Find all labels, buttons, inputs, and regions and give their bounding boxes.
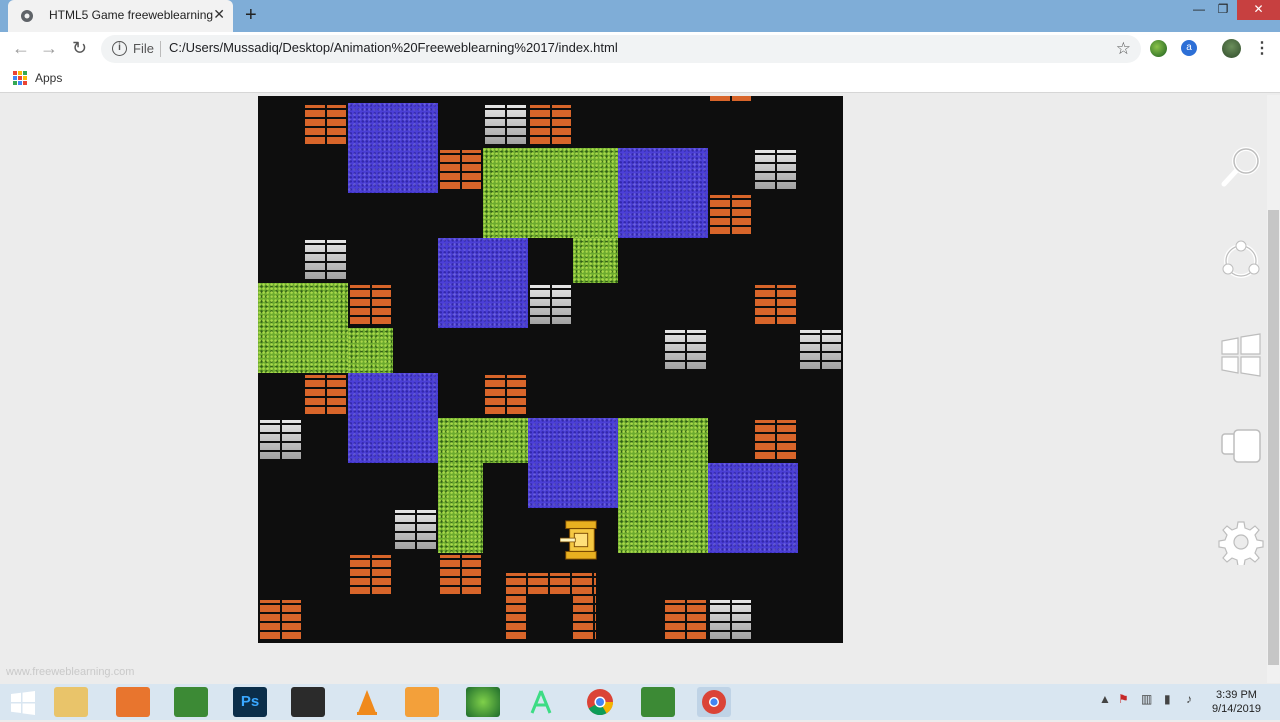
base-wall-tile <box>573 595 596 641</box>
grass-tile <box>438 462 483 553</box>
clock-time: 3:39 PM <box>1215 689 1257 701</box>
grass-tile <box>573 237 618 283</box>
extension-badge-icon[interactable]: a <box>1181 40 1197 56</box>
game-canvas[interactable] <box>258 96 843 643</box>
base-wall-tile <box>505 595 528 641</box>
maximize-button[interactable]: ❐ <box>1210 0 1236 20</box>
page-content: www.freeweblearning.com <box>0 94 1280 684</box>
steel-tile <box>800 329 841 371</box>
idm-icon[interactable] <box>466 687 500 717</box>
water-tile <box>438 237 528 328</box>
water-tile <box>618 147 708 238</box>
grass-tile <box>258 282 348 373</box>
bookmark-star-icon[interactable]: ☆ <box>1116 39 1131 59</box>
globe-icon <box>21 10 33 22</box>
app-orange-icon[interactable] <box>116 687 150 717</box>
clock-date: 9/14/2019 <box>1212 703 1261 715</box>
brick-tile <box>350 554 391 596</box>
brick-tile <box>350 284 391 326</box>
brick-tile <box>755 419 796 461</box>
grass-tile <box>618 417 708 553</box>
file-explorer-icon[interactable] <box>54 687 88 717</box>
url-text[interactable]: C:/Users/Mussadiq/Desktop/Animation%20Fr… <box>169 40 618 55</box>
title-bar: HTML5 Game freeweblearning ✕ + — ❐ ✕ <box>0 0 1280 32</box>
chrome-active-icon[interactable] <box>697 687 731 717</box>
steel-tile <box>665 329 706 371</box>
steel-tile <box>305 239 346 281</box>
steel-tile <box>485 104 526 146</box>
water-tile <box>348 102 438 193</box>
windows-taskbar: Ps ▲ ⚑ ▥ ▮ ♪ 3:39 PM 9/14/2019 <box>0 684 1280 720</box>
grass-tile <box>438 417 528 463</box>
android-studio-icon[interactable] <box>524 687 558 717</box>
file-chip: File <box>133 41 154 56</box>
steel-tile <box>530 284 571 326</box>
info-icon[interactable]: i <box>112 41 127 56</box>
grass-tile <box>483 147 618 238</box>
menu-icon[interactable]: ⋮ <box>1254 38 1270 58</box>
steel-tile <box>755 149 796 191</box>
gear-icon[interactable] <box>1218 519 1264 565</box>
taskbar-clock[interactable]: 3:39 PM 9/14/2019 <box>1212 688 1261 716</box>
brick-tile <box>710 194 751 236</box>
divider <box>160 41 161 57</box>
water-tile <box>348 372 438 463</box>
share-icon[interactable] <box>1218 238 1264 284</box>
base-wall-tile <box>505 573 596 596</box>
watermark-text: www.freeweblearning.com <box>6 666 135 678</box>
extension-globe-icon[interactable] <box>1150 40 1167 57</box>
steel-tile <box>710 599 751 641</box>
scrollbar-thumb[interactable] <box>1268 210 1279 665</box>
devices-icon[interactable] <box>1218 424 1264 470</box>
camtasia-icon[interactable] <box>174 687 208 717</box>
new-tab-button[interactable]: + <box>245 4 257 27</box>
photoshop-icon[interactable]: Ps <box>233 687 267 717</box>
windows-start-icon[interactable] <box>1218 332 1264 378</box>
browser-toolbar: ← → ↻ i File C:/Users/Mussadiq/Desktop/A… <box>0 32 1280 65</box>
brick-tile <box>530 104 571 146</box>
apps-bookmark[interactable]: Apps <box>35 71 62 85</box>
camtasia-recorder-icon[interactable] <box>641 687 675 717</box>
brick-tile <box>260 599 301 641</box>
profile-avatar[interactable] <box>1222 39 1241 58</box>
address-bar[interactable]: i File C:/Users/Mussadiq/Desktop/Animati… <box>101 35 1141 63</box>
brick-tile <box>440 554 481 596</box>
player-tank-icon[interactable] <box>559 519 602 561</box>
tab-title: HTML5 Game freeweblearning <box>49 8 214 22</box>
water-tile <box>528 417 618 508</box>
chrome-icon[interactable] <box>583 687 617 717</box>
back-button[interactable]: ← <box>12 38 30 59</box>
tray-signal-icon[interactable]: ▮ <box>1164 692 1171 706</box>
nox-icon[interactable] <box>291 687 325 717</box>
browser-tab[interactable]: HTML5 Game freeweblearning ✕ <box>8 0 233 32</box>
brick-tile <box>755 284 796 326</box>
window-close-button[interactable]: ✕ <box>1237 0 1280 20</box>
search-icon[interactable] <box>1218 144 1264 190</box>
bookmarks-bar: Apps <box>0 65 1280 93</box>
media-player-icon[interactable] <box>405 687 439 717</box>
minimize-button[interactable]: — <box>1186 0 1212 20</box>
brick-tile <box>665 599 706 641</box>
brick-tile <box>710 96 751 103</box>
apps-grid-icon[interactable] <box>13 71 27 85</box>
vlc-icon[interactable] <box>350 687 384 717</box>
grass-tile <box>348 327 393 373</box>
tab-close-icon[interactable]: ✕ <box>213 6 225 23</box>
forward-button[interactable]: → <box>40 38 58 59</box>
water-tile <box>708 462 798 553</box>
brick-tile <box>485 374 526 416</box>
steel-tile <box>260 419 301 461</box>
steel-tile <box>395 509 436 551</box>
brick-tile <box>305 104 346 146</box>
reload-button[interactable]: ↻ <box>72 38 87 59</box>
tray-network-icon[interactable]: ▥ <box>1141 692 1152 706</box>
tray-volume-icon[interactable]: ♪ <box>1186 692 1192 706</box>
brick-tile <box>305 374 346 416</box>
windows-logo-icon[interactable] <box>10 691 36 715</box>
tray-expand-icon[interactable]: ▲ <box>1099 692 1111 706</box>
brick-tile <box>440 149 481 191</box>
tray-flag-icon[interactable]: ⚑ <box>1118 692 1129 706</box>
